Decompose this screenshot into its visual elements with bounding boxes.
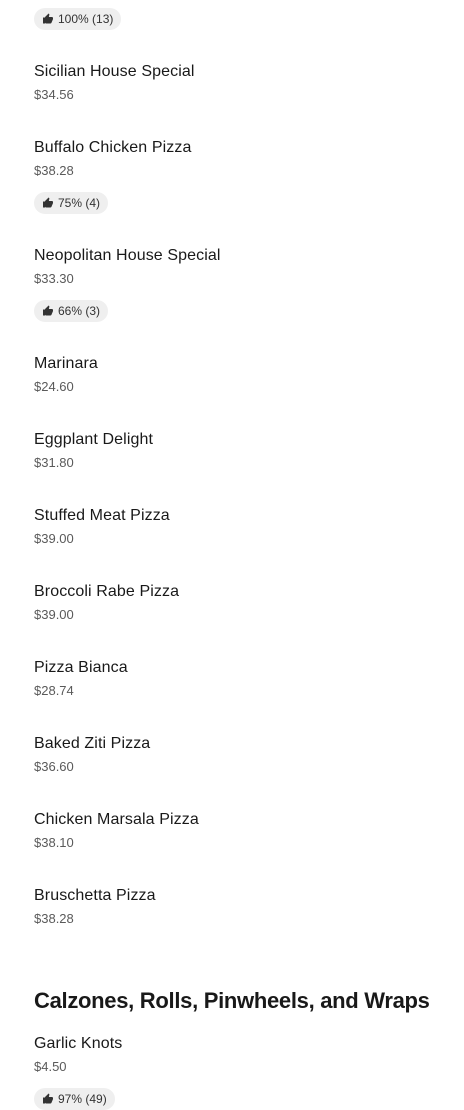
item-price: $31.80 [34,455,74,470]
menu-item[interactable]: Neopolitan House Special $33.30 [34,246,454,287]
section-title: Calzones, Rolls, Pinwheels, and Wraps [34,988,430,1013]
menu-item[interactable]: Eggplant Delight $31.80 [34,430,454,471]
item-name: Bruschetta Pizza [34,887,156,904]
rating-badge: 100% (13) [34,8,122,30]
menu-item[interactable]: Broccoli Rabe Pizza $39.00 [34,582,454,623]
item-name: Neopolitan House Special [34,247,221,264]
item-price: $28.74 [34,683,74,698]
item-price: $4.50 [34,1059,67,1074]
item-name: Stuffed Meat Pizza [34,507,170,524]
menu-item[interactable]: Sicilian House Special $34.56 [34,62,454,103]
item-name: Pizza Bianca [34,659,128,676]
item-price: $36.60 [34,759,74,774]
item-price: $38.28 [34,911,74,926]
menu-item[interactable]: Chicken Marsala Pizza $38.10 [34,810,454,851]
item-price: $24.60 [34,379,74,394]
rating-text: 97% (49) [58,1092,107,1106]
thumbs-up-icon [43,305,53,316]
rating-badge: 66% (3) [34,300,109,322]
menu-item[interactable]: Baked Ziti Pizza $36.60 [34,734,454,775]
item-price: $38.10 [34,835,74,850]
rating-text: 75% (4) [58,196,101,210]
thumbs-up-icon [43,197,53,208]
rating-badge: 75% (4) [34,192,109,214]
item-name: Chicken Marsala Pizza [34,811,199,828]
item-price: $33.30 [34,271,74,286]
item-name: Marinara [34,355,98,372]
item-price: $34.56 [34,87,74,102]
item-name: Sicilian House Special [34,63,195,80]
thumbs-up-icon [43,1093,53,1104]
menu-item[interactable]: Buffalo Chicken Pizza $38.28 [34,138,454,179]
item-name: Baked Ziti Pizza [34,735,151,752]
item-name: Eggplant Delight [34,431,154,448]
item-name: Garlic Knots [34,1035,123,1052]
menu-item[interactable]: Pizza Bianca $28.74 [34,658,454,699]
rating-text: 66% (3) [58,304,101,318]
menu-item[interactable]: Bruschetta Pizza $38.28 [34,886,454,927]
thumbs-up-icon [43,13,53,24]
menu-item[interactable]: Stuffed Meat Pizza $39.00 [34,506,454,547]
item-price: $39.00 [34,531,74,546]
menu-item[interactable]: Marinara $24.60 [34,354,454,395]
menu-item[interactable]: Garlic Knots $4.50 [34,1034,454,1075]
menu-page: 100% (13) Sicilian House Special $34.56 … [0,0,464,1110]
rating-text: 100% (13) [58,12,114,26]
item-price: $39.00 [34,607,74,622]
item-price: $38.28 [34,163,74,178]
item-name: Broccoli Rabe Pizza [34,583,180,600]
item-name: Buffalo Chicken Pizza [34,139,192,156]
